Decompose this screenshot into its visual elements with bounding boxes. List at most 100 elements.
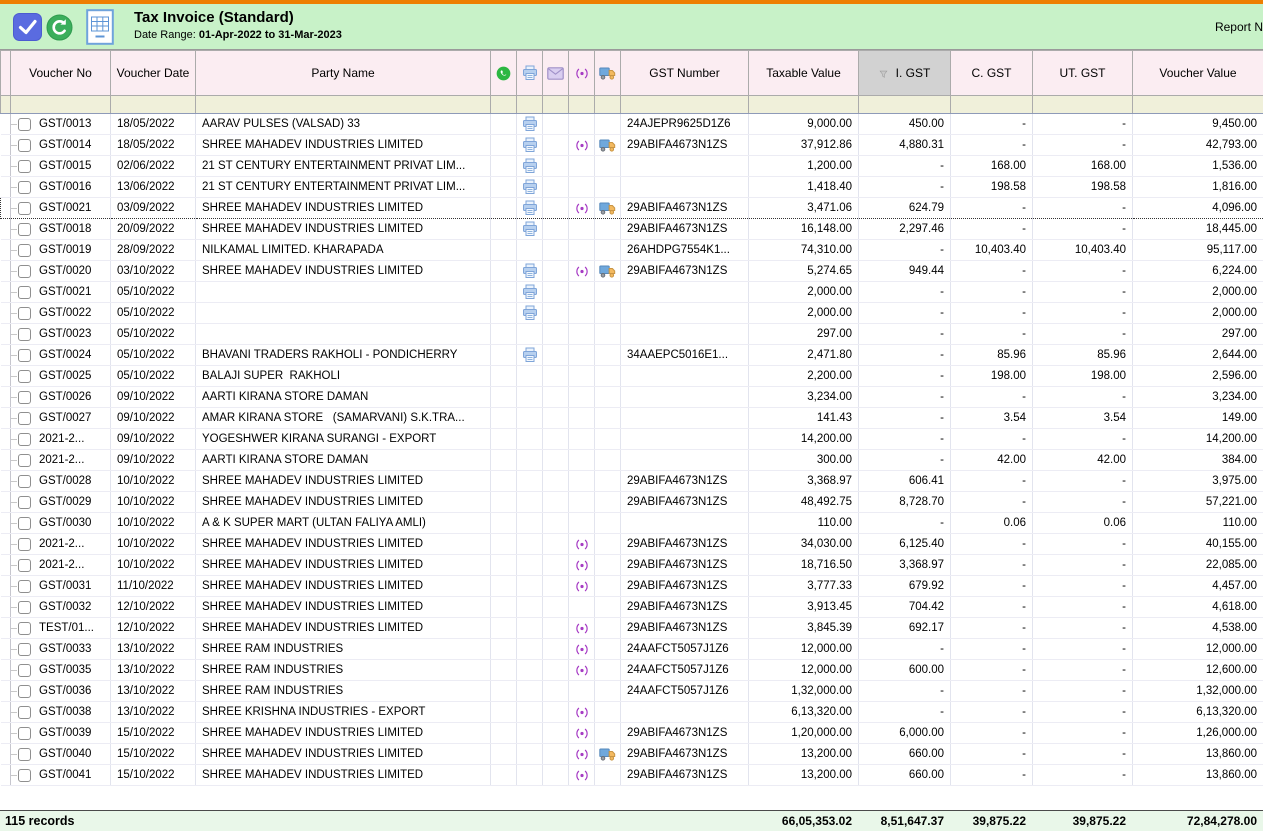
whatsapp-icon[interactable]: [491, 639, 517, 660]
select-all-icon[interactable]: [13, 13, 42, 41]
whatsapp-icon[interactable]: [491, 303, 517, 324]
row-checkbox[interactable]: [18, 370, 31, 383]
email-icon[interactable]: [543, 681, 569, 702]
printer-icon[interactable]: [517, 555, 543, 576]
printer-icon[interactable]: [517, 618, 543, 639]
table-row[interactable]: 2021-2... 10/10/2022 SHREE MAHADEV INDUS…: [1, 555, 1263, 576]
broadcast-icon[interactable]: [569, 765, 595, 786]
whatsapp-icon[interactable]: [491, 324, 517, 345]
filter-cell[interactable]: [859, 96, 951, 114]
printer-icon[interactable]: [517, 198, 543, 219]
printer-icon[interactable]: [517, 429, 543, 450]
printer-icon[interactable]: [517, 723, 543, 744]
table-row[interactable]: GST/0025 05/10/2022 BALAJI SUPER RAKHOLI…: [1, 366, 1263, 387]
table-row[interactable]: GST/0031 11/10/2022 SHREE MAHADEV INDUST…: [1, 576, 1263, 597]
truck-icon[interactable]: [595, 303, 621, 324]
email-icon[interactable]: [543, 324, 569, 345]
whatsapp-icon[interactable]: [491, 450, 517, 471]
whatsapp-icon[interactable]: [491, 135, 517, 156]
row-checkbox[interactable]: [18, 265, 31, 278]
broadcast-icon[interactable]: [569, 366, 595, 387]
truck-icon[interactable]: [595, 219, 621, 240]
refresh-icon[interactable]: [46, 14, 73, 41]
email-icon[interactable]: [543, 387, 569, 408]
row-checkbox[interactable]: [18, 160, 31, 173]
row-checkbox[interactable]: [18, 769, 31, 782]
broadcast-icon[interactable]: [569, 618, 595, 639]
row-checkbox[interactable]: [18, 412, 31, 425]
row-checkbox[interactable]: [18, 307, 31, 320]
table-row[interactable]: GST/0035 13/10/2022 SHREE RAM INDUSTRIES…: [1, 660, 1263, 681]
column-header-email[interactable]: [543, 51, 569, 96]
truck-icon[interactable]: [595, 576, 621, 597]
broadcast-icon[interactable]: [569, 177, 595, 198]
broadcast-icon[interactable]: [569, 597, 595, 618]
row-checkbox[interactable]: [18, 139, 31, 152]
broadcast-icon[interactable]: [569, 576, 595, 597]
whatsapp-icon[interactable]: [491, 492, 517, 513]
filter-cell[interactable]: [111, 96, 196, 114]
filter-cell[interactable]: [1033, 96, 1133, 114]
printer-icon[interactable]: [517, 534, 543, 555]
whatsapp-icon[interactable]: [491, 660, 517, 681]
truck-icon[interactable]: [595, 513, 621, 534]
whatsapp-icon[interactable]: [491, 534, 517, 555]
truck-icon[interactable]: [595, 261, 621, 282]
whatsapp-icon[interactable]: [491, 513, 517, 534]
table-row[interactable]: GST/0039 15/10/2022 SHREE MAHADEV INDUST…: [1, 723, 1263, 744]
email-icon[interactable]: [543, 597, 569, 618]
email-icon[interactable]: [543, 156, 569, 177]
table-row[interactable]: GST/0019 28/09/2022 NILKAMAL LIMITED. KH…: [1, 240, 1263, 261]
printer-icon[interactable]: [517, 681, 543, 702]
truck-icon[interactable]: [595, 282, 621, 303]
email-icon[interactable]: [543, 492, 569, 513]
broadcast-icon[interactable]: [569, 345, 595, 366]
email-icon[interactable]: [543, 135, 569, 156]
table-row[interactable]: GST/0040 15/10/2022 SHREE MAHADEV INDUST…: [1, 744, 1263, 765]
table-row[interactable]: GST/0023 05/10/2022 297.00 - - - 297.00: [1, 324, 1263, 345]
truck-icon[interactable]: [595, 366, 621, 387]
row-checkbox[interactable]: [18, 433, 31, 446]
column-header-print[interactable]: [517, 51, 543, 96]
row-checkbox[interactable]: [18, 244, 31, 257]
email-icon[interactable]: [543, 744, 569, 765]
filter-cell[interactable]: [491, 96, 517, 114]
broadcast-icon[interactable]: [569, 303, 595, 324]
email-icon[interactable]: [543, 534, 569, 555]
table-row[interactable]: 2021-2... 10/10/2022 SHREE MAHADEV INDUS…: [1, 534, 1263, 555]
whatsapp-icon[interactable]: [491, 366, 517, 387]
column-header-whatsapp[interactable]: [491, 51, 517, 96]
table-row[interactable]: GST/0024 05/10/2022 BHAVANI TRADERS RAKH…: [1, 345, 1263, 366]
whatsapp-icon[interactable]: [491, 429, 517, 450]
table-row[interactable]: GST/0027 09/10/2022 AMAR KIRANA STORE (S…: [1, 408, 1263, 429]
row-checkbox[interactable]: [18, 223, 31, 236]
printer-icon[interactable]: [517, 450, 543, 471]
row-checkbox[interactable]: [18, 727, 31, 740]
row-checkbox[interactable]: [18, 622, 31, 635]
column-header-cgst[interactable]: C. GST: [951, 51, 1033, 96]
email-icon[interactable]: [543, 408, 569, 429]
row-checkbox[interactable]: [18, 559, 31, 572]
whatsapp-icon[interactable]: [491, 177, 517, 198]
truck-icon[interactable]: [595, 723, 621, 744]
filter-cell[interactable]: [951, 96, 1033, 114]
truck-icon[interactable]: [595, 156, 621, 177]
broadcast-icon[interactable]: [569, 114, 595, 135]
truck-icon[interactable]: [595, 639, 621, 660]
printer-icon[interactable]: [517, 660, 543, 681]
email-icon[interactable]: [543, 219, 569, 240]
table-row[interactable]: GST/0021 03/09/2022 SHREE MAHADEV INDUST…: [1, 198, 1263, 219]
printer-icon[interactable]: [517, 471, 543, 492]
table-row[interactable]: GST/0038 13/10/2022 SHREE KRISHNA INDUST…: [1, 702, 1263, 723]
whatsapp-icon[interactable]: [491, 765, 517, 786]
whatsapp-icon[interactable]: [491, 723, 517, 744]
printer-icon[interactable]: [517, 303, 543, 324]
column-header-taxable-value[interactable]: Taxable Value: [749, 51, 859, 96]
whatsapp-icon[interactable]: [491, 156, 517, 177]
column-header-gst-number[interactable]: GST Number: [621, 51, 749, 96]
truck-icon[interactable]: [595, 429, 621, 450]
truck-icon[interactable]: [595, 618, 621, 639]
printer-icon[interactable]: [517, 597, 543, 618]
whatsapp-icon[interactable]: [491, 282, 517, 303]
filter-cell[interactable]: [569, 96, 595, 114]
